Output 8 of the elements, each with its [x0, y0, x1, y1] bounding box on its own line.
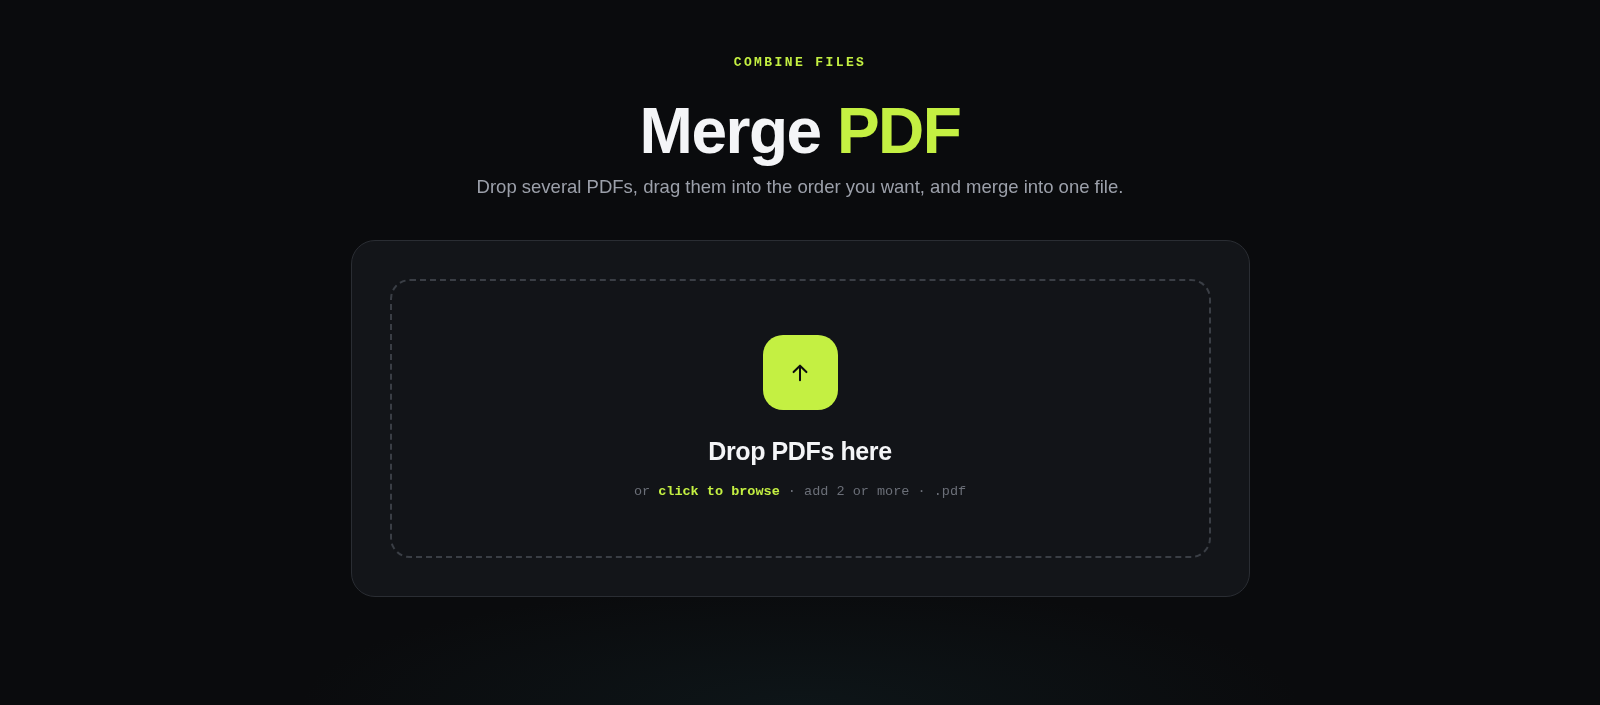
arrow-up-icon	[762, 335, 838, 410]
drop-zone[interactable]: Drop PDFs here or click to browse · add 2 or more · .pdf	[389, 279, 1211, 558]
browse-link[interactable]: click to browse	[658, 484, 780, 499]
drop-zone-title: Drop PDFs here	[708, 436, 892, 466]
upload-hint: or click to browse · add 2 or more · .pdf	[633, 483, 967, 501]
section-eyebrow: COMBINE FILES	[733, 55, 867, 71]
page-subtitle: Drop several PDFs, drag them into the order you want, and merge into one file.	[476, 175, 1124, 199]
page-title: Merge PDF	[639, 95, 961, 167]
